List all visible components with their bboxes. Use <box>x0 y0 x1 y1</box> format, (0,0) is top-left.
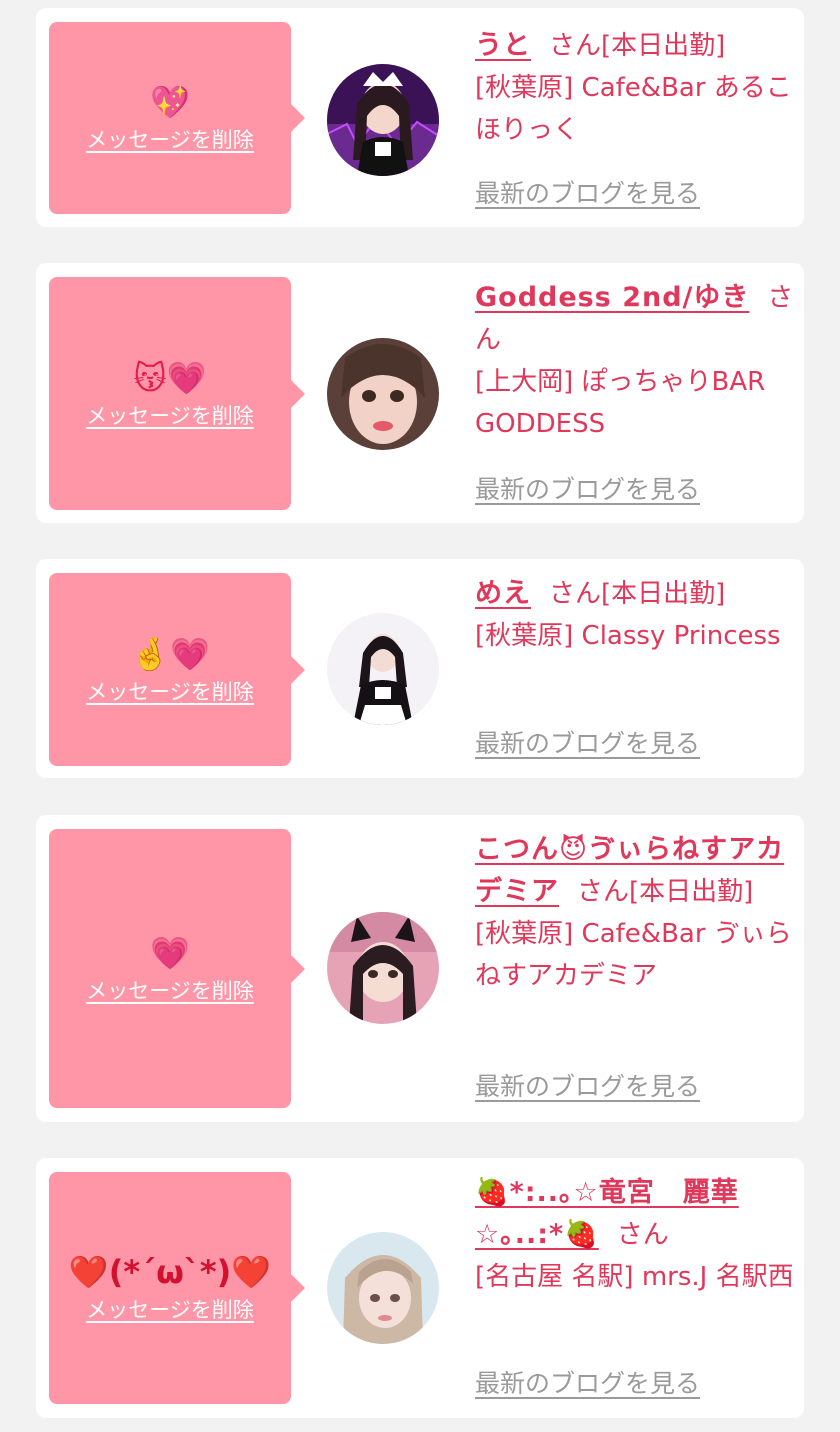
delete-message-button[interactable]: メッセージを削除 <box>86 402 254 430</box>
status-text: [本日出勤] <box>601 31 726 61</box>
status-text: [本日出勤] <box>629 877 754 907</box>
message-card: 💖 メッセージを削除 うと さん[本日出勤] [秋葉原] Cafe&Bar あるこ… <box>36 8 804 227</box>
message-card: 💗 メッセージを削除 こつん😈ゔぃらねすアカデミア さん[本日出勤] [秋葉原] … <box>36 815 804 1122</box>
message-emoji: 💗 <box>150 933 190 972</box>
shop-name: [秋葉原] Cafe&Bar ゔぃらねすアカデミア <box>475 919 792 991</box>
shop-name: [上大岡] ぽっちゃりBAR GODDESS <box>475 367 766 439</box>
honorific: さん <box>616 1220 669 1250</box>
message-box: 💖 メッセージを削除 <box>49 22 305 214</box>
card-info: Goddess 2nd/ゆき さん [上大岡] ぽっちゃりBAR GODDESS <box>475 277 797 445</box>
honorific: さん <box>549 579 602 609</box>
honorific: さん <box>549 31 602 61</box>
message-emoji: 😽💗 <box>133 358 207 397</box>
card-info: こつん😈ゔぃらねすアカデミア さん[本日出勤] [秋葉原] Cafe&Bar ゔぃ… <box>475 829 797 997</box>
delete-message-button[interactable]: メッセージを削除 <box>86 126 254 154</box>
maid-portrait-icon <box>327 613 439 725</box>
cast-name-link[interactable]: うと <box>475 30 531 61</box>
message-box: 🤞💗 メッセージを削除 <box>49 573 305 766</box>
avatar[interactable] <box>327 912 439 1024</box>
message-card: ❤️(*´ω`*)❤️ メッセージを削除 🍓*:..｡☆竜宮 麗華☆｡..:*🍓… <box>36 1158 804 1418</box>
delete-message-button[interactable]: メッセージを削除 <box>86 1296 254 1324</box>
card-info: 🍓*:..｡☆竜宮 麗華☆｡..:*🍓 さん [名古屋 名駅] mrs.J 名駅西 <box>475 1172 797 1298</box>
cast-name-link[interactable]: Goddess 2nd/ゆき <box>475 282 749 313</box>
shop-name: [秋葉原] Classy Princess <box>475 621 781 651</box>
latest-blog-link[interactable]: 最新のブログを見る <box>475 728 700 760</box>
blonde-portrait-icon <box>327 1232 439 1344</box>
delete-message-button[interactable]: メッセージを削除 <box>86 678 254 706</box>
shop-name: [名古屋 名駅] mrs.J 名駅西 <box>475 1262 794 1292</box>
latest-blog-link[interactable]: 最新のブログを見る <box>475 1071 700 1103</box>
avatar[interactable] <box>327 1232 439 1344</box>
message-box: ❤️(*´ω`*)❤️ メッセージを削除 <box>49 1172 305 1404</box>
avatar[interactable] <box>327 613 439 725</box>
latest-blog-link[interactable]: 最新のブログを見る <box>475 178 700 210</box>
face-portrait-icon <box>327 338 439 450</box>
message-emoji: 💖 <box>150 83 190 121</box>
honorific: さん <box>577 877 630 907</box>
avatar[interactable] <box>327 64 439 176</box>
message-emoji: ❤️(*´ω`*)❤️ <box>68 1253 272 1291</box>
catears-portrait-icon <box>327 912 439 1024</box>
cast-name-link[interactable]: めえ <box>475 578 531 609</box>
delete-message-button[interactable]: メッセージを削除 <box>86 977 254 1005</box>
avatar[interactable] <box>327 338 439 450</box>
message-emoji: 🤞💗 <box>130 634 210 673</box>
shop-name: [秋葉原] Cafe&Bar あるこほりっく <box>475 73 792 145</box>
message-box: 😽💗 メッセージを削除 <box>49 277 305 510</box>
latest-blog-link[interactable]: 最新のブログを見る <box>475 1368 700 1400</box>
latest-blog-link[interactable]: 最新のブログを見る <box>475 474 700 506</box>
card-info: うと さん[本日出勤] [秋葉原] Cafe&Bar あるこほりっく <box>475 25 797 151</box>
card-info: めえ さん[本日出勤] [秋葉原] Classy Princess <box>475 573 797 657</box>
message-card: 🤞💗 メッセージを削除 めえ さん[本日出勤] [秋葉原] Classy Prin… <box>36 559 804 778</box>
message-card: 😽💗 メッセージを削除 Goddess 2nd/ゆき さん [上大岡] ぽっちゃり… <box>36 263 804 523</box>
cast-name-link[interactable]: 🍓*:..｡☆竜宮 麗華☆｡..:*🍓 <box>475 1177 739 1250</box>
message-box: 💗 メッセージを削除 <box>49 829 305 1108</box>
maid-portrait-icon <box>327 64 439 176</box>
status-text: [本日出勤] <box>601 579 726 609</box>
